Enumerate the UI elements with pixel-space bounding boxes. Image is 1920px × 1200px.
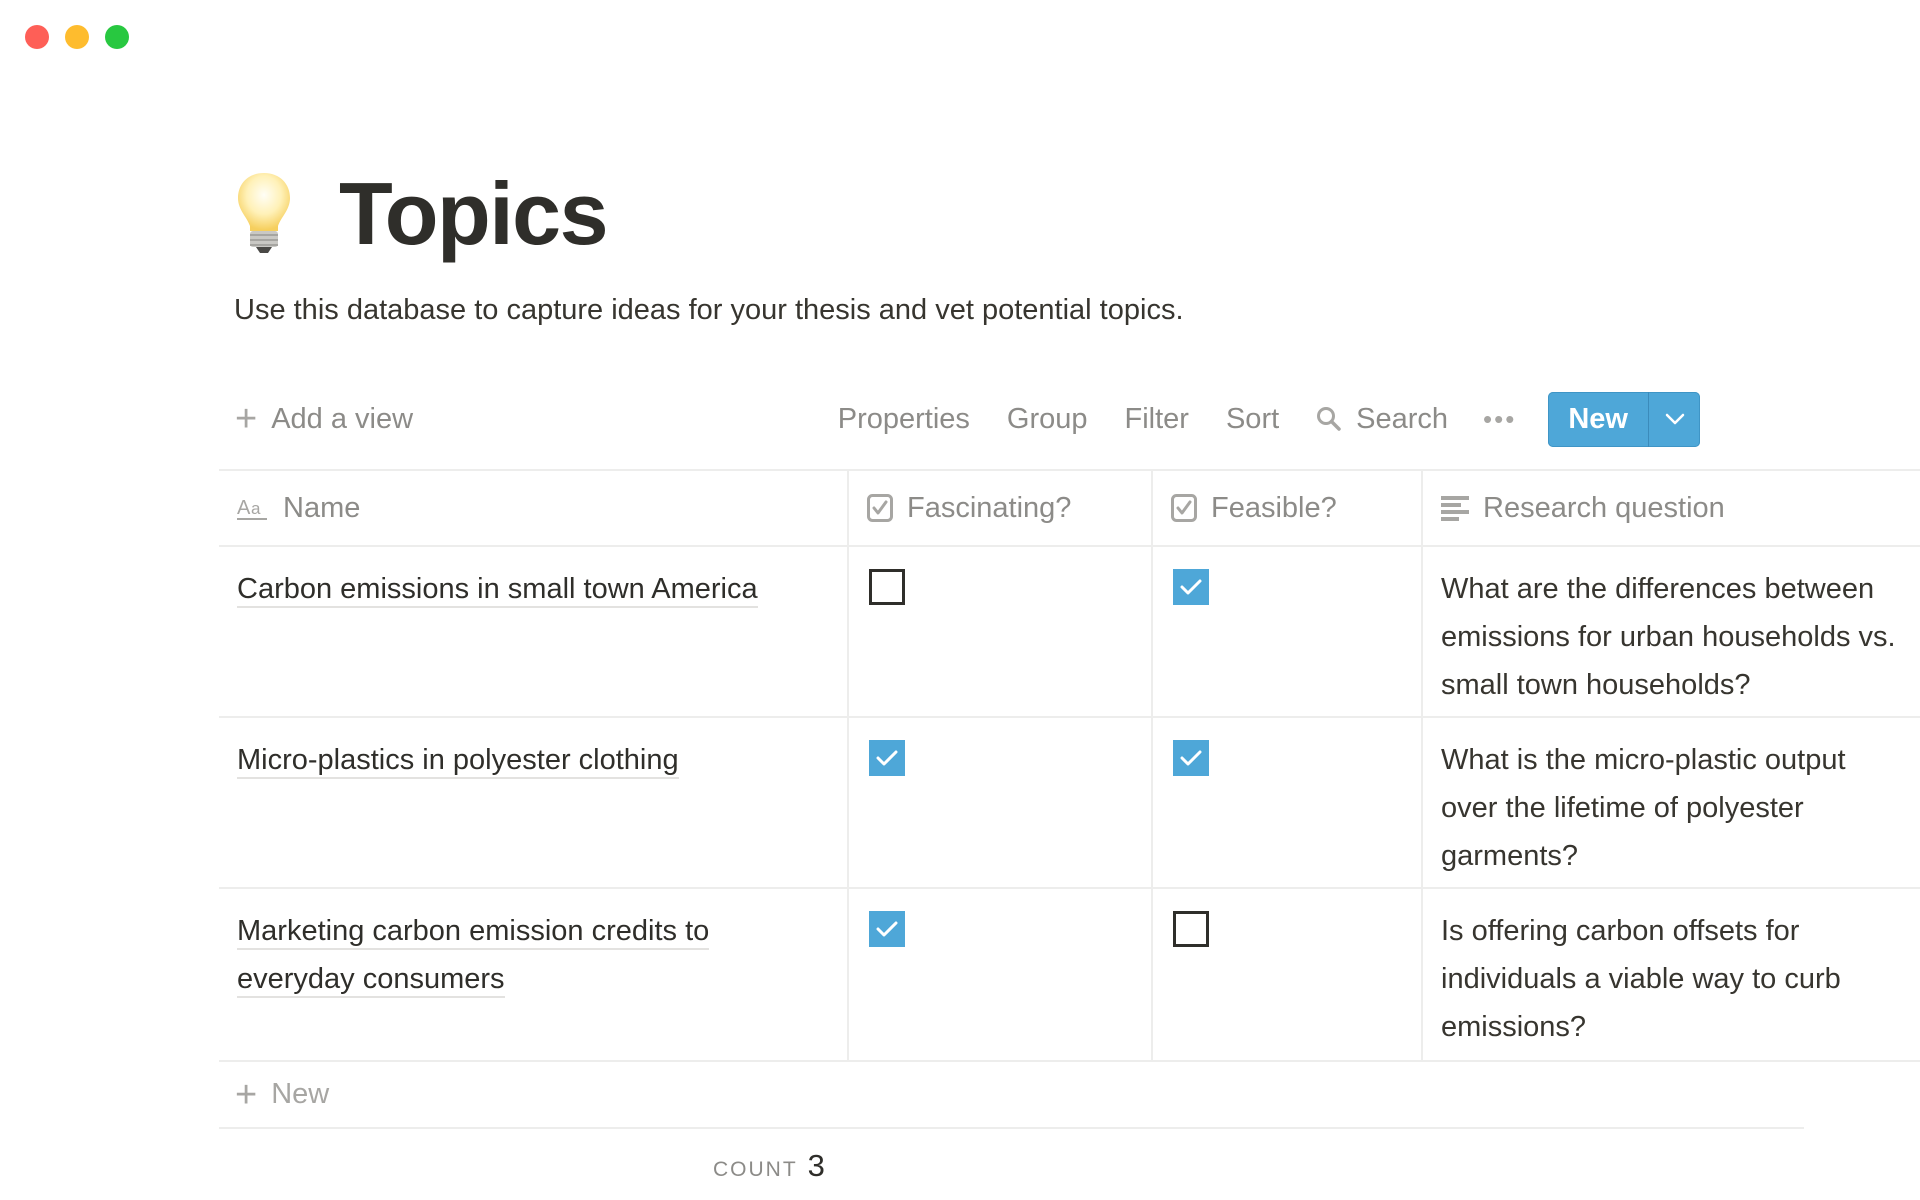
column-label: Research question	[1483, 491, 1725, 524]
feasible-checkbox[interactable]	[1173, 911, 1209, 947]
checkmark-icon	[1180, 750, 1202, 766]
fascinating-cell	[849, 718, 1153, 887]
checkbox-property-icon	[867, 494, 893, 522]
name-cell[interactable]: Micro-plastics in polyester clothing	[219, 718, 849, 887]
research-question-line: small town households?	[1441, 669, 1751, 701]
name-cell[interactable]: Marketing carbon emission credits to eve…	[219, 889, 849, 1060]
column-header-feasible[interactable]: Feasible?	[1153, 471, 1423, 545]
feasible-cell	[1153, 547, 1423, 716]
column-header-fascinating[interactable]: Fascinating?	[849, 471, 1153, 545]
search-icon	[1317, 407, 1341, 431]
svg-text:A: A	[237, 497, 251, 519]
new-dropdown-button[interactable]	[1648, 391, 1700, 447]
table-row[interactable]: Micro-plastics in polyester clothing Wha…	[219, 716, 1920, 887]
close-window-button[interactable]	[25, 25, 49, 49]
table-row[interactable]: Marketing carbon emission credits to eve…	[219, 887, 1920, 1060]
research-question-line: individuals a viable way to curb	[1441, 963, 1841, 995]
new-button[interactable]: New	[1548, 392, 1648, 447]
add-view-label: Add a view	[271, 402, 414, 435]
text-property-icon	[1441, 496, 1469, 521]
database-toolbar: + Add a view Properties Group Filter Sor…	[219, 390, 1700, 448]
page-description[interactable]: Use this database to capture ideas for y…	[234, 294, 1184, 327]
row-title-text: Carbon emissions in small town America	[237, 573, 758, 608]
fascinating-checkbox[interactable]	[869, 569, 905, 605]
more-options-icon[interactable]: •••	[1483, 404, 1516, 435]
research-question-line: What are the differences between	[1441, 573, 1875, 605]
research-question-line: emissions?	[1441, 1011, 1587, 1043]
count-aggregation[interactable]: COUNT 3	[713, 1148, 825, 1184]
research-question-cell[interactable]: What are the differences between emissio…	[1423, 547, 1920, 716]
checkbox-property-icon	[1171, 494, 1197, 522]
search-label: Search	[1356, 402, 1449, 435]
fascinating-checkbox[interactable]	[869, 911, 905, 947]
research-question-line: over the lifetime of polyester	[1441, 792, 1804, 824]
checkmark-icon	[876, 921, 898, 937]
lightbulb-icon[interactable]	[234, 171, 294, 257]
toolbar-actions: Properties Group Filter Sort Search ••• …	[838, 391, 1700, 447]
row-title-link[interactable]: Micro-plastics in polyester clothing	[237, 736, 829, 784]
fascinating-cell	[849, 889, 1153, 1060]
count-label: COUNT	[713, 1158, 798, 1181]
research-question-line: What is the micro-plastic output	[1441, 744, 1846, 776]
research-question-line: garments?	[1441, 840, 1579, 872]
fascinating-cell	[849, 547, 1153, 716]
chevron-down-icon	[1665, 413, 1684, 425]
column-header-name[interactable]: A a Name	[219, 471, 849, 545]
plus-icon: +	[235, 1073, 258, 1116]
minimize-window-button[interactable]	[65, 25, 89, 49]
column-label: Feasible?	[1211, 491, 1337, 524]
maximize-window-button[interactable]	[105, 25, 129, 49]
new-row-label: New	[271, 1078, 330, 1110]
row-title-text: Micro-plastics in polyester clothing	[237, 744, 679, 779]
new-button-group: New	[1548, 391, 1700, 447]
add-view-button[interactable]: + Add a view	[235, 400, 413, 438]
checkmark-icon	[876, 750, 898, 766]
feasible-cell	[1153, 718, 1423, 887]
table-header: A a Name Fascinating? Feasible? Research…	[219, 469, 1920, 545]
table-row[interactable]: Carbon emissions in small town America W…	[219, 545, 1920, 716]
research-question-line: emissions for urban households vs.	[1441, 621, 1896, 653]
title-property-icon: A a	[237, 497, 267, 520]
row-title-text: everyday consumers	[237, 963, 505, 998]
column-header-research-question[interactable]: Research question	[1423, 471, 1920, 545]
column-label: Name	[283, 491, 361, 524]
row-title-link[interactable]: everyday consumers	[237, 955, 829, 1003]
name-cell[interactable]: Carbon emissions in small town America	[219, 547, 849, 716]
column-label: Fascinating?	[907, 491, 1072, 524]
svg-text:a: a	[251, 499, 261, 518]
research-question-cell[interactable]: What is the micro-plastic output over th…	[1423, 718, 1920, 887]
filter-button[interactable]: Filter	[1125, 403, 1189, 436]
plus-icon: +	[235, 398, 258, 440]
table-bottom-divider	[219, 1127, 1804, 1129]
database-table: A a Name Fascinating? Feasible? Research…	[219, 469, 1920, 1129]
sort-button[interactable]: Sort	[1226, 403, 1279, 436]
research-question-line: Is offering carbon offsets for	[1441, 915, 1800, 947]
row-title-text: Marketing carbon emission credits to	[237, 915, 710, 950]
checkmark-icon	[1180, 579, 1202, 595]
search-button[interactable]: Search	[1316, 403, 1448, 436]
window-controls	[25, 25, 129, 49]
row-title-link[interactable]: Carbon emissions in small town America	[237, 565, 829, 613]
page-header: Topics	[234, 170, 609, 258]
group-button[interactable]: Group	[1007, 403, 1088, 436]
add-new-row-button[interactable]: + New	[219, 1060, 1920, 1127]
properties-button[interactable]: Properties	[838, 403, 970, 436]
fascinating-checkbox[interactable]	[869, 740, 905, 776]
feasible-checkbox[interactable]	[1173, 569, 1209, 605]
feasible-checkbox[interactable]	[1173, 740, 1209, 776]
page-title[interactable]: Topics	[339, 170, 609, 258]
feasible-cell	[1153, 889, 1423, 1060]
row-title-link[interactable]: Marketing carbon emission credits to	[237, 907, 829, 955]
count-value: 3	[807, 1148, 825, 1183]
research-question-cell[interactable]: Is offering carbon offsets for individua…	[1423, 889, 1920, 1060]
